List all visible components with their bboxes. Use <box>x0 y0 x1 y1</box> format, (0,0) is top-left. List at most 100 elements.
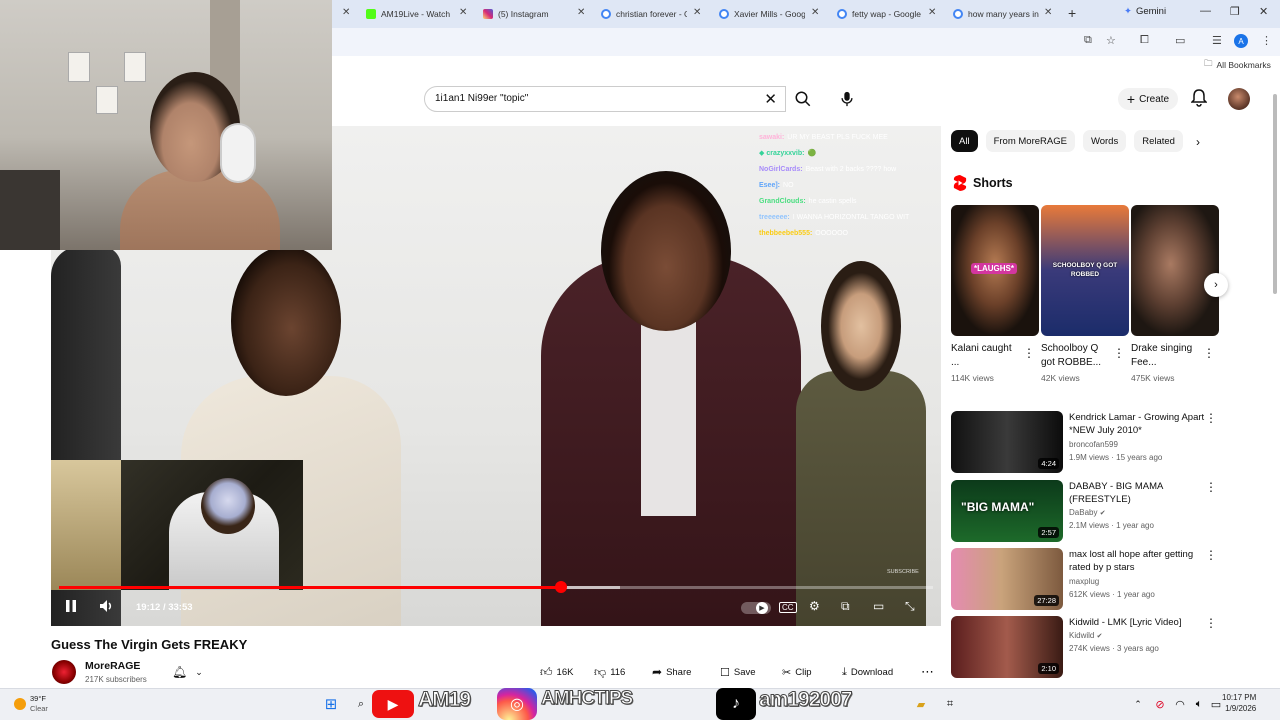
subscribed-button[interactable]: 🔔︎ ⌄ <box>172 662 216 682</box>
short-card[interactable]: Drake singing Fee... 475K views ⋮ <box>1131 205 1219 383</box>
weather-widget[interactable]: 39°F Clear <box>14 694 48 714</box>
gemini-button[interactable]: ✦ Gemini <box>1124 6 1166 17</box>
scrollbar-thumb[interactable] <box>1273 94 1277 294</box>
restore-icon[interactable]: ❐ <box>1230 5 1240 18</box>
search-button[interactable] <box>786 86 820 112</box>
tab-instagram[interactable]: (5) Instagram <box>483 4 573 24</box>
shorts-next-button[interactable]: › <box>1204 273 1228 297</box>
recommended-video[interactable]: 27:28 max lost all hope after getting ra… <box>951 548 1221 610</box>
dislike-button[interactable]: 👎︎ 116 <box>594 662 625 682</box>
short-card[interactable]: SCHOOLBOY Q GOT ROBBED Schoolboy Q got R… <box>1041 205 1129 383</box>
short-card[interactable]: *LAUGHS* Kalani caught ... 114K views ⋮ <box>951 205 1039 383</box>
fullscreen-button[interactable]: ⤡ <box>905 599 915 614</box>
more-vertical-icon[interactable]: ⋮ <box>1203 346 1215 360</box>
close-tab-icon[interactable]: ✕ <box>928 7 936 18</box>
cast-icon[interactable]: ▭ <box>1175 34 1185 47</box>
save-icon: ☐ <box>720 666 730 679</box>
save-button[interactable]: ☐ Save <box>720 662 756 682</box>
recommended-video[interactable]: 2:10 Kidwild - LMK [Lyric Video] Kidwild… <box>951 616 1221 678</box>
recommended-video[interactable]: 4:24 Kendrick Lamar - Growing Apart *NEW… <box>951 411 1221 473</box>
profile-icon[interactable]: A <box>1234 34 1248 48</box>
close-window-icon[interactable]: ✕ <box>1259 5 1268 18</box>
channel-name[interactable]: MoreRAGE <box>85 660 140 672</box>
create-button[interactable]: + Create <box>1118 88 1178 110</box>
recommended-video[interactable]: "BIG MAMA" 2:57 DABABY - BIG MAMA (FREES… <box>951 480 1221 542</box>
scissors-icon: ✂ <box>782 666 792 679</box>
download-button[interactable]: ⤓ Download <box>842 662 893 682</box>
more-menu-icon[interactable]: ⋮ <box>1261 34 1272 47</box>
tab-google-4[interactable]: how many years in <box>953 4 1039 24</box>
settings-button[interactable]: ⚙ <box>809 599 820 613</box>
cast-button[interactable]: ▭ <box>873 599 884 613</box>
extensions-icon[interactable]: ⧠ <box>1140 34 1149 47</box>
bookmark-star-icon[interactable]: ☆ <box>1106 34 1116 47</box>
cast-icon: ▭ <box>873 599 885 613</box>
notifications-button[interactable] <box>1190 89 1208 112</box>
chat-message: ◆ crazyxxvib: 🟢 <box>759 150 817 157</box>
chip-from-channel[interactable]: From MoreRAGE <box>985 130 1075 152</box>
page-scrollbar[interactable] <box>1272 84 1278 684</box>
search-input[interactable]: 1i1an1 Ni99er "topic" ✕ <box>424 86 786 112</box>
like-button[interactable]: 👍︎ 16K <box>540 662 573 682</box>
close-tab-icon[interactable]: ✕ <box>693 7 701 18</box>
bell-icon: 🔔︎ <box>172 665 188 679</box>
chip-related[interactable]: Related <box>1134 130 1183 152</box>
more-vertical-icon[interactable]: ⋮ <box>1205 616 1217 630</box>
video-channel[interactable]: DaBaby ✔ <box>1069 508 1106 517</box>
file-explorer-icon[interactable]: ▰ <box>912 695 930 713</box>
time-display: 19:12 / 33:53 <box>136 602 193 613</box>
video-channel[interactable]: maxplug <box>1069 577 1099 586</box>
chevron-up-icon[interactable]: ⌃ <box>1129 695 1147 713</box>
clear-search-icon[interactable]: ✕ <box>764 90 777 108</box>
volume-button[interactable] <box>99 599 115 613</box>
clip-button[interactable]: ✂ Clip <box>782 662 812 682</box>
account-avatar[interactable] <box>1228 88 1250 110</box>
miniplayer-icon: ⧉ <box>841 599 850 613</box>
video-channel[interactable]: broncofan599 <box>1069 440 1118 449</box>
minimize-icon[interactable]: — <box>1200 5 1211 17</box>
close-tab-icon[interactable]: ✕ <box>459 7 467 18</box>
taskbar-clock[interactable]: 10:17 PM 1/9/2026 <box>1222 692 1256 714</box>
more-vertical-icon[interactable]: ⋮ <box>1205 480 1217 494</box>
channel-avatar[interactable] <box>52 660 76 684</box>
fullscreen-icon: ⤡ <box>905 599 915 613</box>
more-vertical-icon[interactable]: ⋮ <box>1023 346 1035 360</box>
voice-search-button[interactable] <box>836 88 858 110</box>
more-vertical-icon[interactable]: ⋮ <box>1113 346 1125 360</box>
chat-message: NoGirlCards: Beast with 2 backs ???? how <box>759 166 897 173</box>
chip-words[interactable]: Words <box>1082 130 1127 152</box>
tab-google-3[interactable]: fetty wap - Google <box>837 4 921 24</box>
more-vertical-icon[interactable]: ⋮ <box>1205 548 1217 562</box>
tab-am19live[interactable]: AM19Live - Watch <box>366 4 456 24</box>
autoplay-toggle[interactable]: ▶ <box>741 602 771 614</box>
wifi-icon[interactable]: ◠ <box>1171 695 1189 713</box>
video-channel[interactable]: Kidwild ✔ <box>1069 631 1102 640</box>
scrubber-handle[interactable] <box>554 581 567 593</box>
speaker-icon[interactable]: 🔈︎ <box>1190 695 1208 713</box>
install-icon[interactable]: ⧉ <box>1084 34 1092 47</box>
all-bookmarks[interactable]: 🗀 All Bookmarks <box>1204 58 1271 72</box>
taskbar-app-icon[interactable]: ⌗ <box>941 695 959 713</box>
close-tab-icon[interactable]: ✕ <box>811 7 819 18</box>
headphones <box>222 125 254 181</box>
chip-all[interactable]: All <box>951 130 978 152</box>
close-tab-icon[interactable]: ✕ <box>342 7 350 18</box>
address-bar[interactable] <box>332 28 1280 56</box>
chevron-right-icon[interactable]: › <box>1196 135 1200 149</box>
screen: ✕ AM19Live - Watch ✕ (5) Instagram ✕ chr… <box>0 0 1280 720</box>
captions-button[interactable]: CC <box>779 602 797 613</box>
pause-button[interactable] <box>65 599 77 613</box>
more-actions-button[interactable]: ⋯ <box>921 662 934 682</box>
share-button[interactable]: ➦ Share <box>652 662 691 682</box>
miniplayer-button[interactable]: ⧉ <box>841 599 850 614</box>
taskbar-search-icon[interactable]: ⌕ <box>352 695 370 713</box>
tray-app-icon[interactable]: ⊘ <box>1151 695 1169 713</box>
more-vertical-icon[interactable]: ⋮ <box>1205 411 1217 425</box>
close-tab-icon[interactable]: ✕ <box>577 7 585 18</box>
new-tab-icon[interactable]: + <box>1068 5 1076 21</box>
tab-google-2[interactable]: Xavier Mills - Goog <box>719 4 805 24</box>
tab-google-1[interactable]: christian forever - G <box>601 4 687 24</box>
windows-start-icon[interactable]: ⊞ <box>322 695 340 713</box>
close-tab-icon[interactable]: ✕ <box>1044 7 1052 18</box>
tab-search-icon[interactable]: ☰ <box>1212 34 1222 47</box>
